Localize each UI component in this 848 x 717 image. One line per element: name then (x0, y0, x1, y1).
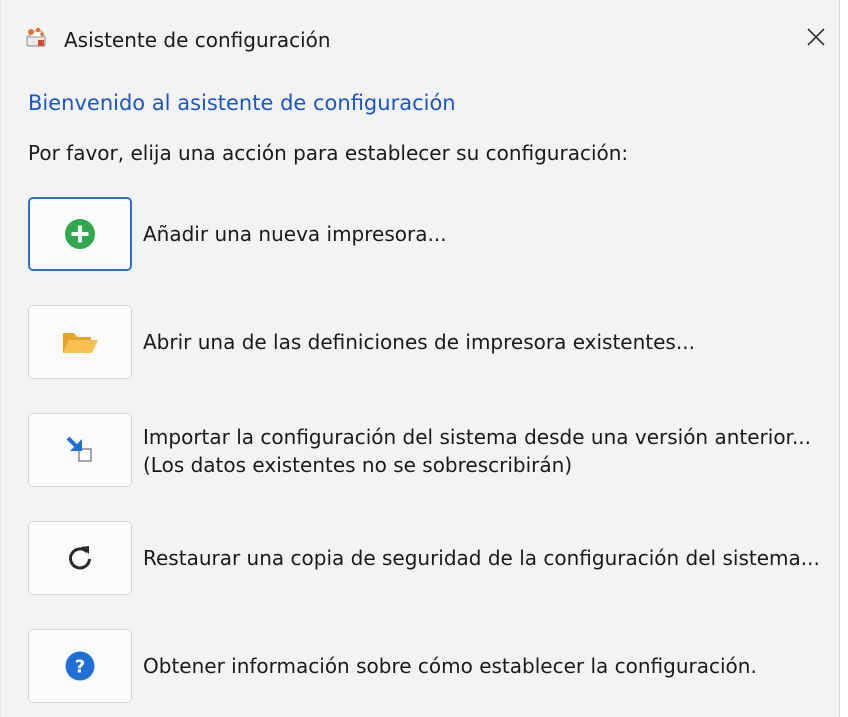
get-info-text: Obtener información sobre cómo establece… (143, 654, 757, 678)
open-definition-label: Abrir una de las definiciones de impreso… (143, 328, 695, 356)
import-config-label: Importar la configuración del sistema de… (143, 423, 811, 479)
restore-backup-button[interactable] (28, 521, 132, 595)
get-info-label: Obtener información sobre cómo establece… (143, 652, 757, 680)
restore-backup-text: Restaurar una copia de seguridad de la c… (143, 546, 820, 570)
close-icon (807, 28, 825, 46)
help-icon: ? (65, 651, 95, 681)
action-restore-backup: Restaurar una copia de seguridad de la c… (28, 521, 838, 597)
action-add-printer: Añadir una nueva impresora... (28, 197, 838, 273)
add-printer-text: Añadir una nueva impresora... (143, 222, 447, 246)
add-circle-icon (65, 219, 95, 249)
svg-text:?: ? (75, 657, 85, 678)
open-definition-button[interactable] (28, 305, 132, 379)
get-info-button[interactable]: ? (28, 629, 132, 703)
action-get-info: ? Obtener información sobre cómo estable… (28, 629, 838, 705)
import-config-text: Importar la configuración del sistema de… (143, 425, 812, 449)
import-icon (66, 436, 92, 462)
setup-wizard-window: Asistente de configuración Bienvenido al… (0, 0, 840, 717)
welcome-heading: Bienvenido al asistente de configuración (28, 91, 456, 115)
close-button[interactable] (799, 20, 833, 54)
title-bar: Asistente de configuración (1, 0, 839, 74)
import-config-note: (Los datos existentes no se sobrescribir… (143, 453, 573, 477)
action-import-config: Importar la configuración del sistema de… (28, 413, 838, 489)
restore-backup-label: Restaurar una copia de seguridad de la c… (143, 544, 820, 572)
instruction-text: Por favor, elija una acción para estable… (28, 141, 629, 165)
open-definition-text: Abrir una de las definiciones de impreso… (143, 330, 695, 354)
action-open-definition: Abrir una de las definiciones de impreso… (28, 305, 838, 381)
import-config-button[interactable] (28, 413, 132, 487)
add-printer-button[interactable] (28, 197, 132, 271)
restore-icon (69, 546, 91, 570)
open-folder-icon (63, 333, 98, 353)
app-printer-icon (26, 27, 46, 47)
window-title: Asistente de configuración (64, 28, 331, 52)
add-printer-label: Añadir una nueva impresora... (143, 220, 447, 248)
